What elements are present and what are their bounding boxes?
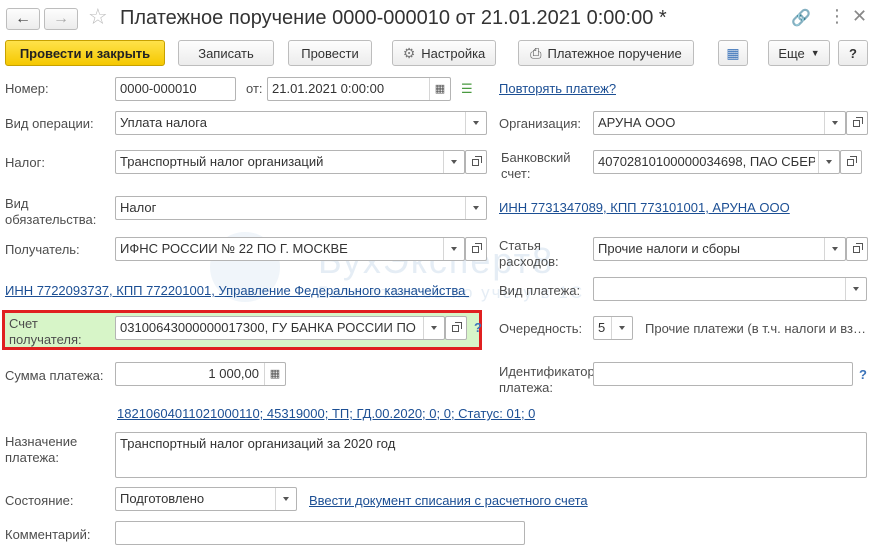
arrow-left-icon: ← bbox=[15, 10, 31, 27]
organization-select[interactable]: АРУНА ООО bbox=[593, 111, 846, 135]
operation-label: Вид операции: bbox=[5, 116, 94, 131]
recipient-inn-link[interactable]: ИНН 7722093737, КПП 772201001, Управлени… bbox=[5, 283, 469, 299]
document-ok-icon[interactable]: ☰ bbox=[461, 81, 473, 97]
close-icon[interactable]: ✕ bbox=[852, 6, 867, 27]
expense-item-select[interactable]: Прочие налоги и сборы bbox=[593, 237, 846, 261]
payment-kind-select[interactable] bbox=[593, 277, 867, 301]
date-input[interactable]: 21.01.2021 0:00:00 ▦ bbox=[267, 77, 451, 101]
organization-inn-link[interactable]: ИНН 7731347089, КПП 773101001, АРУНА ООО bbox=[499, 200, 790, 216]
arrow-right-icon: → bbox=[53, 10, 69, 27]
bank-account-select[interactable]: 40702810100000034698, ПАО СБЕРБАНК bbox=[593, 150, 840, 174]
expense-item-label: Статья расходов: bbox=[499, 238, 559, 269]
priority-description: Прочие платежи (в т.ч. налоги и взносы) bbox=[645, 321, 867, 336]
recipient-account-label: Счет получателя: bbox=[9, 316, 82, 347]
priority-label: Очередность: bbox=[499, 321, 583, 336]
gear-icon: ⚙ bbox=[402, 44, 416, 61]
chevron-down-icon[interactable] bbox=[443, 151, 464, 173]
save-button[interactable]: Записать bbox=[178, 40, 274, 66]
chevron-down-icon[interactable] bbox=[818, 151, 839, 173]
tax-label: Налог: bbox=[5, 155, 45, 170]
back-button[interactable]: ← bbox=[6, 8, 40, 30]
date-label: от: bbox=[246, 81, 263, 96]
calculator-icon[interactable]: ▦ bbox=[264, 363, 285, 385]
post-button[interactable]: Провести bbox=[288, 40, 372, 66]
chevron-down-icon: ▼ bbox=[810, 48, 820, 58]
obligation-label: Вид обязательства: bbox=[5, 196, 97, 227]
payment-id-input[interactable] bbox=[593, 362, 853, 386]
chevron-down-icon[interactable] bbox=[824, 112, 845, 134]
comment-label: Комментарий: bbox=[5, 527, 91, 542]
forward-button[interactable]: → bbox=[44, 8, 78, 30]
chevron-down-icon[interactable] bbox=[275, 488, 296, 510]
recipient-account-help-icon[interactable]: ? bbox=[474, 320, 482, 335]
window-title: Платежное поручение 0000-000010 от 21.01… bbox=[120, 7, 667, 29]
obligation-select[interactable]: Налог bbox=[115, 196, 487, 220]
operation-select[interactable]: Уплата налога bbox=[115, 111, 487, 135]
payment-id-help-icon[interactable]: ? bbox=[859, 367, 867, 382]
calendar-icon[interactable]: ▦ bbox=[429, 78, 450, 100]
comment-input[interactable] bbox=[115, 521, 525, 545]
print-payment-order-button[interactable]: ⎙ Платежное поручение bbox=[518, 40, 694, 66]
state-label: Состояние: bbox=[5, 493, 74, 508]
chevron-down-icon[interactable] bbox=[423, 317, 444, 339]
open-organization-icon[interactable] bbox=[846, 111, 868, 135]
structure-button[interactable]: ▦ bbox=[718, 40, 748, 66]
recipient-account-select[interactable]: 03100643000000017300, ГУ БАНКА РОССИИ ПО… bbox=[115, 316, 445, 340]
number-label: Номер: bbox=[5, 81, 49, 96]
bank-account-label: Банковский счет: bbox=[501, 150, 571, 181]
recipient-select[interactable]: ИФНС РОССИИ № 22 ПО Г. МОСКВЕ bbox=[115, 237, 465, 261]
purpose-textarea[interactable]: Транспортный налог организаций за 2020 г… bbox=[115, 432, 867, 478]
chevron-down-icon[interactable] bbox=[611, 317, 632, 339]
payment-id-label: Идентификатор платежа: bbox=[499, 364, 595, 395]
repeat-payment-link[interactable]: Повторять платеж? bbox=[499, 81, 616, 97]
recipient-label: Получатель: bbox=[5, 242, 80, 257]
settings-button[interactable]: ⚙ Настройка bbox=[392, 40, 496, 66]
open-bank-account-icon[interactable] bbox=[840, 150, 862, 174]
help-button[interactable]: ? bbox=[838, 40, 868, 66]
tax-select[interactable]: Транспортный налог организаций bbox=[115, 150, 465, 174]
more-button[interactable]: Еще ▼ bbox=[768, 40, 830, 66]
purpose-label: Назначение платежа: bbox=[5, 434, 78, 465]
link-icon[interactable]: 🔗 bbox=[791, 8, 811, 28]
printer-icon: ⎙ bbox=[530, 44, 542, 61]
number-input[interactable]: 0000-000010 bbox=[115, 77, 236, 101]
open-expense-item-icon[interactable] bbox=[846, 237, 868, 261]
more-vertical-icon[interactable]: ⋮ bbox=[828, 6, 846, 27]
organization-label: Организация: bbox=[499, 116, 582, 131]
open-recipient-icon[interactable] bbox=[465, 237, 487, 261]
priority-select[interactable]: 5 bbox=[593, 316, 633, 340]
state-select[interactable]: Подготовлено bbox=[115, 487, 297, 511]
create-writeoff-link[interactable]: Ввести документ списания с расчетного сч… bbox=[309, 493, 588, 509]
open-tax-icon[interactable] bbox=[465, 150, 487, 174]
payment-kind-label: Вид платежа: bbox=[499, 283, 581, 298]
amount-input[interactable]: 1 000,00 ▦ bbox=[115, 362, 286, 386]
structure-icon: ▦ bbox=[726, 44, 740, 61]
amount-label: Сумма платежа: bbox=[5, 368, 104, 383]
post-and-close-button[interactable]: Провести и закрыть bbox=[5, 40, 165, 66]
chevron-down-icon[interactable] bbox=[465, 197, 486, 219]
chevron-down-icon[interactable] bbox=[465, 112, 486, 134]
chevron-down-icon[interactable] bbox=[845, 278, 866, 300]
favorite-star-icon[interactable]: ☆ bbox=[88, 4, 108, 30]
chevron-down-icon[interactable] bbox=[824, 238, 845, 260]
budget-details-link[interactable]: 18210604011021000110; 45319000; ТП; ГД.0… bbox=[117, 406, 535, 422]
chevron-down-icon[interactable] bbox=[443, 238, 464, 260]
open-recipient-account-icon[interactable] bbox=[445, 316, 467, 340]
